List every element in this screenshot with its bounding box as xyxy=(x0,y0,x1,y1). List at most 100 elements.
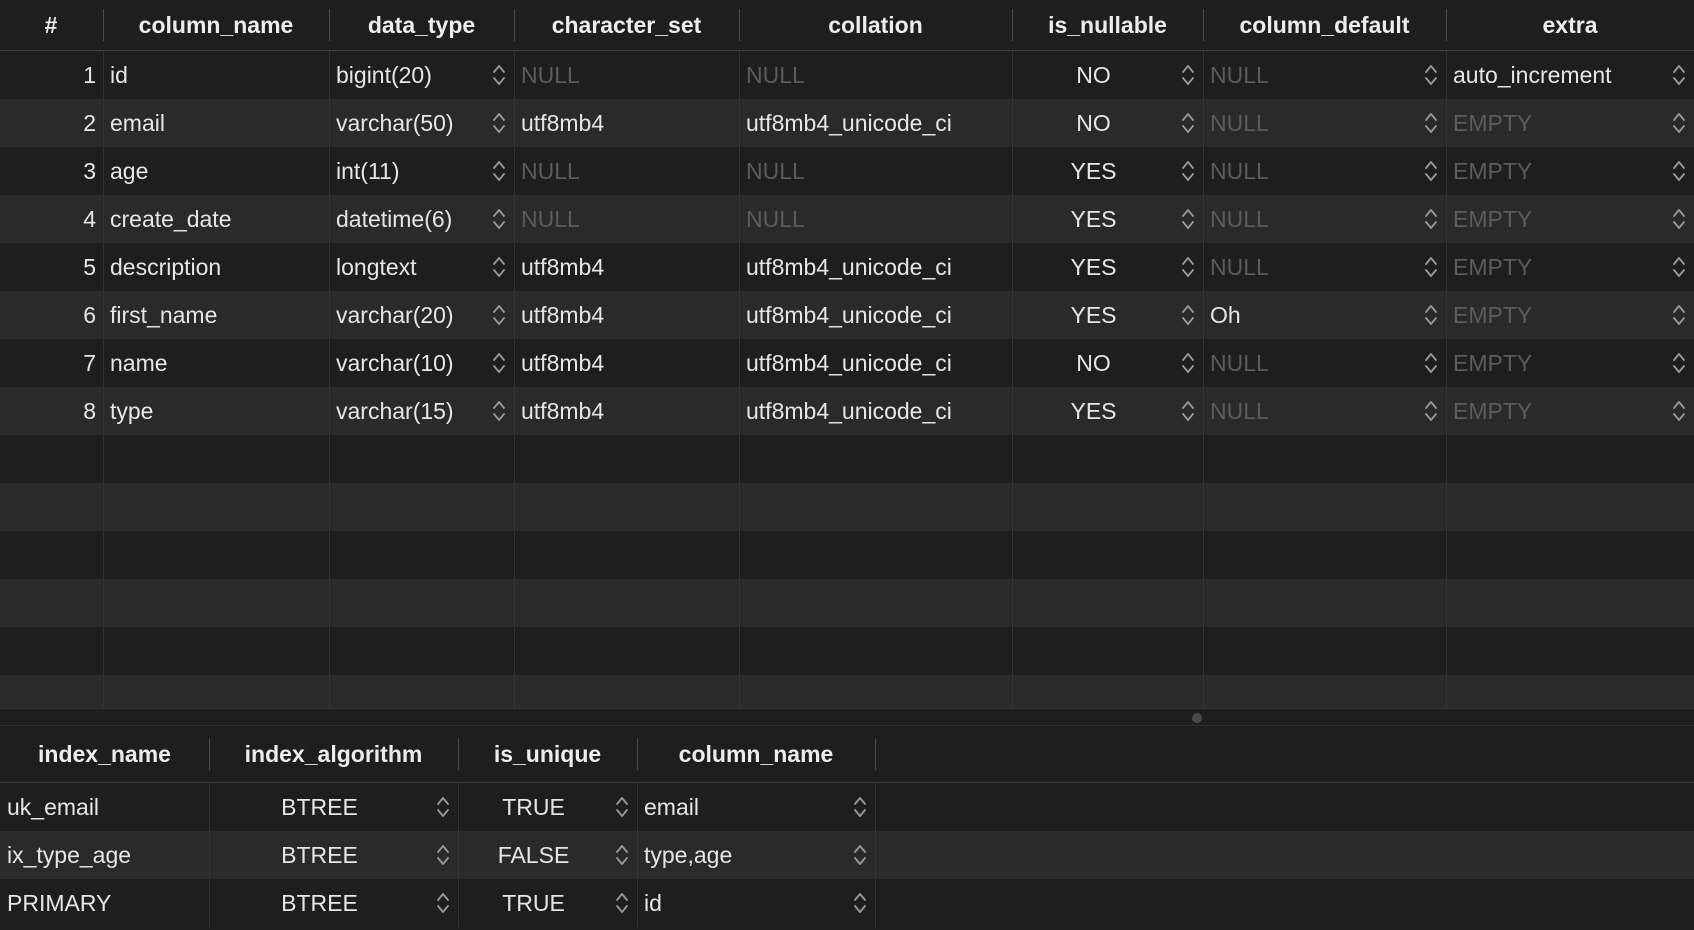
cell-is-nullable[interactable]: YES xyxy=(1012,195,1175,243)
cell-is-unique[interactable]: FALSE xyxy=(458,831,609,879)
cell-data-type[interactable]: varchar(10) xyxy=(329,339,486,387)
table-row[interactable]: 8 type varchar(15) utf8mb4 utf8mb4_unicode_c… xyxy=(0,387,1694,435)
cell-is-nullable[interactable]: NO xyxy=(1012,339,1175,387)
chevron-up-down-icon[interactable] xyxy=(492,302,506,328)
cell-n[interactable]: 5 xyxy=(0,243,102,291)
cell-index-algorithm[interactable]: BTREE xyxy=(209,879,430,927)
cell-column-name[interactable]: id xyxy=(103,51,329,99)
chevron-up-down-icon[interactable] xyxy=(1672,398,1686,424)
chevron-up-down-icon[interactable] xyxy=(492,350,506,376)
cell-character-set[interactable]: utf8mb4 xyxy=(514,99,739,147)
cell-index-name[interactable]: ix_type_age xyxy=(0,831,209,879)
cell-column-default[interactable]: NULL xyxy=(1203,339,1418,387)
indexes-header-column-name[interactable]: column_name xyxy=(637,726,875,782)
column-divider[interactable] xyxy=(103,9,104,41)
cell-extra[interactable]: auto_increment xyxy=(1446,51,1666,99)
cell-column-default[interactable]: NULL xyxy=(1203,99,1418,147)
table-row[interactable]: 7 name varchar(10) utf8mb4 utf8mb4_unicode_c… xyxy=(0,339,1694,387)
cell-n[interactable]: 1 xyxy=(0,51,102,99)
cell-collation[interactable]: NULL xyxy=(739,51,1012,99)
cell-extra[interactable]: EMPTY xyxy=(1446,195,1666,243)
chevron-up-down-icon[interactable] xyxy=(1424,254,1438,280)
cell-character-set[interactable]: NULL xyxy=(514,147,739,195)
cell-column-default[interactable]: NULL xyxy=(1203,195,1418,243)
cell-character-set[interactable]: utf8mb4 xyxy=(514,387,739,435)
cell-column-name[interactable]: id xyxy=(637,879,847,927)
cell-is-nullable[interactable]: YES xyxy=(1012,291,1175,339)
chevron-up-down-icon[interactable] xyxy=(1181,254,1195,280)
chevron-up-down-icon[interactable] xyxy=(1181,110,1195,136)
drag-handle-icon[interactable] xyxy=(1192,713,1202,723)
columns-header-column-default[interactable]: column_default xyxy=(1203,0,1446,50)
table-row[interactable]: 3 age int(11) NULL NULL YES NULL EMPTY xyxy=(0,147,1694,195)
cell-is-unique[interactable]: TRUE xyxy=(458,879,609,927)
chevron-up-down-icon[interactable] xyxy=(1424,206,1438,232)
columns-header-extra[interactable]: extra xyxy=(1446,0,1694,50)
cell-collation[interactable]: NULL xyxy=(739,195,1012,243)
cell-is-nullable[interactable]: YES xyxy=(1012,243,1175,291)
cell-column-name[interactable]: type xyxy=(103,387,329,435)
cell-column-name[interactable]: age xyxy=(103,147,329,195)
cell-collation[interactable]: NULL xyxy=(739,147,1012,195)
cell-data-type[interactable]: longtext xyxy=(329,243,486,291)
table-row[interactable]: uk_email BTREE TRUE email xyxy=(0,783,1694,831)
chevron-up-down-icon[interactable] xyxy=(1181,158,1195,184)
chevron-up-down-icon[interactable] xyxy=(1672,254,1686,280)
cell-character-set[interactable]: NULL xyxy=(514,195,739,243)
chevron-up-down-icon[interactable] xyxy=(615,890,629,916)
table-row[interactable]: PRIMARY BTREE TRUE id xyxy=(0,879,1694,927)
cell-column-name[interactable]: create_date xyxy=(103,195,329,243)
cell-extra[interactable]: EMPTY xyxy=(1446,291,1666,339)
chevron-up-down-icon[interactable] xyxy=(1181,302,1195,328)
table-row[interactable]: 2 email varchar(50) utf8mb4 utf8mb4_unicode_… xyxy=(0,99,1694,147)
cell-column-name[interactable]: type,age xyxy=(637,831,847,879)
cell-column-default[interactable]: NULL xyxy=(1203,387,1418,435)
cell-collation[interactable]: utf8mb4_unicode_ci xyxy=(739,339,1012,387)
column-divider[interactable] xyxy=(329,9,330,41)
chevron-up-down-icon[interactable] xyxy=(1672,62,1686,88)
cell-character-set[interactable]: NULL xyxy=(514,51,739,99)
cell-is-nullable[interactable]: NO xyxy=(1012,99,1175,147)
columns-header-character-set[interactable]: character_set xyxy=(514,0,739,50)
cell-collation[interactable]: utf8mb4_unicode_ci xyxy=(739,291,1012,339)
cell-data-type[interactable]: varchar(20) xyxy=(329,291,486,339)
cell-is-nullable[interactable]: YES xyxy=(1012,387,1175,435)
chevron-up-down-icon[interactable] xyxy=(436,890,450,916)
columns-header-column-name[interactable]: column_name xyxy=(103,0,329,50)
cell-is-nullable[interactable]: NO xyxy=(1012,51,1175,99)
chevron-up-down-icon[interactable] xyxy=(615,794,629,820)
chevron-up-down-icon[interactable] xyxy=(492,110,506,136)
chevron-up-down-icon[interactable] xyxy=(492,62,506,88)
table-row[interactable]: 6 first_name varchar(20) utf8mb4 utf8mb4_uni… xyxy=(0,291,1694,339)
chevron-up-down-icon[interactable] xyxy=(1672,110,1686,136)
cell-index-algorithm[interactable]: BTREE xyxy=(209,831,430,879)
chevron-up-down-icon[interactable] xyxy=(853,842,867,868)
cell-extra[interactable]: EMPTY xyxy=(1446,387,1666,435)
column-divider[interactable] xyxy=(875,738,876,770)
cell-n[interactable]: 8 xyxy=(0,387,102,435)
cell-column-name[interactable]: first_name xyxy=(103,291,329,339)
cell-data-type[interactable]: varchar(15) xyxy=(329,387,486,435)
column-divider[interactable] xyxy=(739,9,740,41)
cell-index-algorithm[interactable]: BTREE xyxy=(209,783,430,831)
cell-column-default[interactable]: NULL xyxy=(1203,243,1418,291)
chevron-up-down-icon[interactable] xyxy=(1424,62,1438,88)
cell-data-type[interactable]: varchar(50) xyxy=(329,99,486,147)
chevron-up-down-icon[interactable] xyxy=(1181,206,1195,232)
chevron-up-down-icon[interactable] xyxy=(492,254,506,280)
chevron-up-down-icon[interactable] xyxy=(492,158,506,184)
indexes-header-is-unique[interactable]: is_unique xyxy=(458,726,637,782)
column-divider[interactable] xyxy=(209,738,210,770)
cell-column-name[interactable]: email xyxy=(637,783,847,831)
chevron-up-down-icon[interactable] xyxy=(492,206,506,232)
cell-column-name[interactable]: description xyxy=(103,243,329,291)
cell-n[interactable]: 3 xyxy=(0,147,102,195)
table-row[interactable]: ix_type_age BTREE FALSE type,age xyxy=(0,831,1694,879)
column-divider[interactable] xyxy=(1203,9,1204,41)
cell-n[interactable]: 4 xyxy=(0,195,102,243)
cell-extra[interactable]: EMPTY xyxy=(1446,147,1666,195)
table-row[interactable]: 5 description longtext utf8mb4 utf8mb4_unico… xyxy=(0,243,1694,291)
chevron-up-down-icon[interactable] xyxy=(1424,110,1438,136)
chevron-up-down-icon[interactable] xyxy=(1672,350,1686,376)
cell-data-type[interactable]: int(11) xyxy=(329,147,486,195)
